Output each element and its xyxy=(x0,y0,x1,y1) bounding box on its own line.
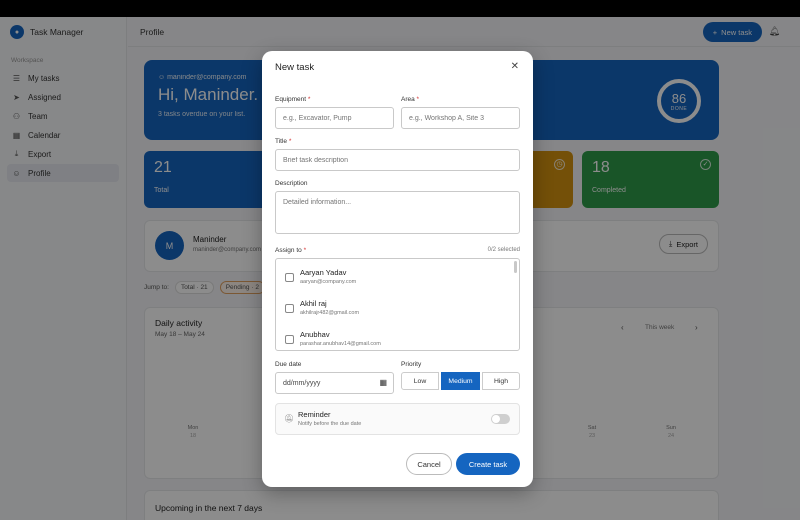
due-date-input[interactable]: dd/mm/yyyy ▦ xyxy=(275,372,394,394)
priority-label: Priority xyxy=(401,361,422,368)
assign-label-text: Assign to xyxy=(275,247,302,254)
required-mark: * xyxy=(416,96,420,103)
assign-label: Assign to * xyxy=(275,247,306,254)
assignee-option[interactable]: Akhil raj akhilrajr482@gmail.com xyxy=(276,296,516,324)
assignee-name: Anubhav xyxy=(300,330,330,339)
assignee-checkbox[interactable] xyxy=(285,304,294,313)
cancel-button[interactable]: Cancel xyxy=(406,453,452,475)
new-task-dialog: New task ✕ Equipment * Area * Title * De… xyxy=(262,51,533,487)
assignee-option[interactable]: Aaryan Yadav aaryan@company.com xyxy=(276,265,516,293)
assignee-option[interactable]: Anubhav parashar.anubhav14@gmail.com xyxy=(276,327,516,350)
title-label-text: Title xyxy=(275,138,288,145)
area-input[interactable] xyxy=(401,107,520,129)
assign-selected-count: 0/2 selected xyxy=(487,247,520,253)
priority-medium-button[interactable]: Medium xyxy=(441,372,480,390)
reminder-subtitle: Notify before the due date xyxy=(298,421,362,427)
assignee-email: parashar.anubhav14@gmail.com xyxy=(300,341,381,347)
required-mark: * xyxy=(288,138,292,145)
area-label: Area * xyxy=(401,96,419,103)
required-mark: * xyxy=(307,96,311,103)
create-task-button[interactable]: Create task xyxy=(456,453,520,475)
due-date-label: Due date xyxy=(275,361,302,368)
reminder-row: 🔕︎ Reminder Notify before the due date xyxy=(275,403,520,435)
assignee-email: akhilrajr482@gmail.com xyxy=(300,310,360,316)
equipment-label: Equipment * xyxy=(275,96,310,103)
dialog-title: New task xyxy=(275,62,315,73)
title-label: Title * xyxy=(275,138,291,145)
equipment-input[interactable] xyxy=(275,107,394,129)
assignee-scrollbar[interactable] xyxy=(514,261,517,273)
assignee-email: aaryan@company.com xyxy=(300,279,357,285)
bell-off-icon: 🔕︎ xyxy=(284,414,295,423)
assignee-checkbox[interactable] xyxy=(285,273,294,282)
reminder-toggle[interactable] xyxy=(491,414,510,424)
priority-high-button[interactable]: High xyxy=(482,372,520,390)
close-icon[interactable]: ✕ xyxy=(511,61,519,72)
calendar-icon[interactable]: ▦ xyxy=(379,378,387,387)
equipment-label-text: Equipment xyxy=(275,96,307,103)
required-mark: * xyxy=(303,247,307,254)
priority-low-button[interactable]: Low xyxy=(401,372,439,390)
assignee-name: Akhil raj xyxy=(300,299,327,308)
area-label-text: Area xyxy=(401,96,415,103)
assignee-list[interactable]: Aaryan Yadav aaryan@company.com Akhil ra… xyxy=(275,258,520,351)
reminder-title: Reminder xyxy=(298,410,331,419)
assignee-checkbox[interactable] xyxy=(285,335,294,344)
title-input[interactable] xyxy=(275,149,520,171)
assignee-name: Aaryan Yadav xyxy=(300,268,347,277)
description-textarea[interactable] xyxy=(275,191,520,234)
due-date-placeholder: dd/mm/yyyy xyxy=(283,379,321,387)
description-label: Description xyxy=(275,180,308,187)
